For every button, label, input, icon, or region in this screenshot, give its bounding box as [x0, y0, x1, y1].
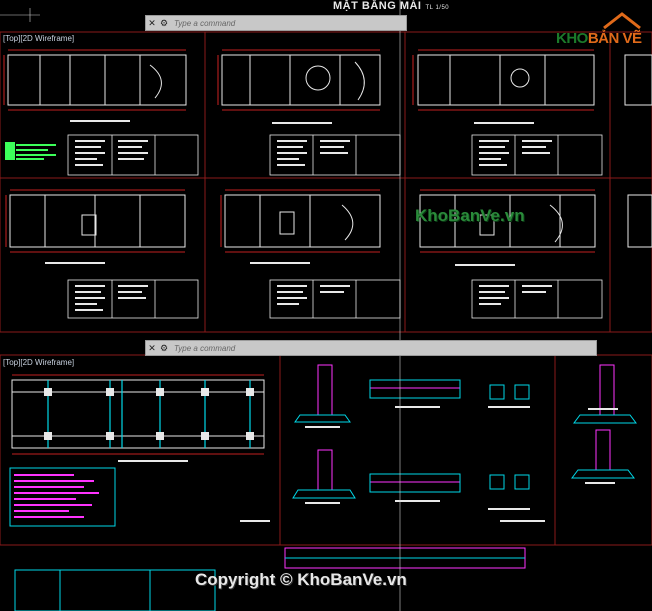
- command-input-top[interactable]: Type a command: [174, 19, 235, 28]
- drawing-title-text: MẶT BẰNG MÁI: [333, 0, 422, 12]
- viewport-label-bottom[interactable]: [Top][2D Wireframe]: [3, 358, 74, 367]
- logo-part2: BẢN VẼ: [587, 30, 642, 47]
- command-line-bottom[interactable]: ✕ ⚙ Type a command: [145, 340, 597, 356]
- viewport-label-top[interactable]: [Top][2D Wireframe]: [3, 34, 74, 43]
- settings-icon[interactable]: ⚙: [158, 17, 170, 29]
- close-icon[interactable]: ✕: [146, 342, 158, 354]
- drawing-title: MẶT BẰNG MÁI TL 1/50: [333, 0, 449, 12]
- site-logo: KHOBẢN VẼ: [556, 12, 644, 48]
- logo-text: KHOBẢN VẼ: [556, 30, 642, 47]
- command-input-bottom[interactable]: Type a command: [174, 344, 235, 353]
- settings-icon[interactable]: ⚙: [158, 342, 170, 354]
- model-viewport-top[interactable]: [Top][2D Wireframe]: [0, 0, 652, 340]
- watermark-middle: KhoBanVe.vn: [415, 206, 525, 225]
- command-line-top[interactable]: ✕ ⚙ Type a command: [145, 15, 407, 31]
- top-drawing-canvas: [0, 0, 652, 340]
- drawing-scale: TL 1/50: [425, 5, 450, 11]
- close-icon[interactable]: ✕: [146, 17, 158, 29]
- logo-part1: KHO: [556, 30, 588, 47]
- watermark-copyright: Copyright © KhoBanVe.vn: [195, 570, 407, 589]
